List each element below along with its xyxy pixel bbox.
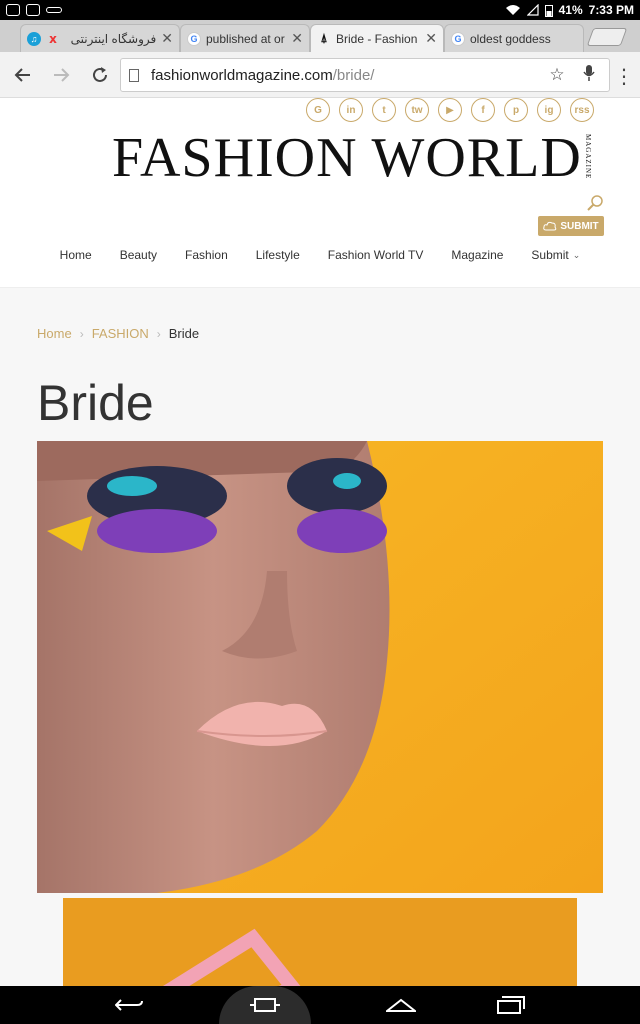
home-icon [386,998,416,1012]
system-recents-button[interactable] [491,991,531,1019]
wifi-icon [505,5,520,15]
browser-tab-strip: ♫ ⅹ فروشگاه اینترنتی ✕ G published at or… [0,20,640,52]
page-info-icon[interactable] [129,68,139,82]
search-icon[interactable] [586,194,604,212]
chevron-down-icon: ⌄ [572,249,581,260]
system-back-button[interactable] [109,991,149,1019]
back-arrow-icon [14,68,30,82]
main-content: Home › FASHION › Bride Bride [0,288,640,986]
main-navigation: Home Beauty Fashion Lifestyle Fashion Wo… [0,248,640,262]
vpn-key-icon [46,7,62,13]
address-bar[interactable]: fashionworldmagazine.com/bride/ ☆ [120,58,610,92]
instagram-icon[interactable]: ig [537,98,561,122]
social-links: G in t tw ▶ f p ig rss [306,98,594,122]
nav-magazine[interactable]: Magazine [451,248,503,262]
nav-submit-label: Submit [531,248,569,262]
tab-bride-active[interactable]: ⍋ Bride - Fashion W ✕ [310,24,444,52]
browser-toolbar: fashionworldmagazine.com/bride/ ☆ ⋮ [0,52,640,98]
rss-icon[interactable]: rss [570,98,594,122]
tab-title: Bride - Fashion W [336,31,420,46]
tumblr-icon[interactable]: t [372,98,396,122]
android-navigation-bar [0,986,640,1024]
nav-submit[interactable]: Submit ⌄ [531,248,580,262]
site-logo[interactable]: FASHION WORLD [112,128,582,188]
model-portrait-illustration [37,441,603,893]
reload-button[interactable] [80,55,120,95]
breadcrumb-current: Bride [168,326,200,341]
tab-store[interactable]: ♫ ⅹ فروشگاه اینترنتی ✕ [20,24,180,52]
breadcrumb: Home › FASHION › Bride [37,326,199,341]
site-header: G in t tw ▶ f p ig rss FASHION WORLD MAG… [0,98,640,288]
nav-beauty[interactable]: Beauty [120,248,157,262]
nav-home[interactable]: Home [60,248,92,262]
dk-favicon-icon: ⅹ [49,31,57,46]
new-tab-button[interactable] [586,28,628,46]
chevron-right-icon: › [79,326,84,341]
music-favicon-icon: ♫ [27,31,41,46]
nav-fashion[interactable]: Fashion [185,248,228,262]
google-favicon-icon: G [451,31,465,46]
voice-search-icon[interactable] [577,64,601,87]
image-notification-icon [26,4,40,16]
back-button[interactable] [2,55,42,95]
android-status-bar: 41% 7:33 PM [0,0,640,20]
forward-button[interactable] [42,55,82,95]
second-article-illustration [63,898,577,986]
tab-title: published at or o [206,31,287,46]
recents-screenshot-button[interactable] [219,986,311,1024]
battery-level: 41% [558,3,583,17]
nav-fashion-world-tv[interactable]: Fashion World TV [328,248,424,262]
tab-title: oldest goddess [470,31,551,46]
recents-icon [497,996,525,1014]
linkedin-icon[interactable]: in [339,98,363,122]
google-favicon-icon: G [187,31,201,46]
instagram-notification-icon [6,4,20,16]
bookmark-star-icon[interactable]: ☆ [545,65,569,85]
secondary-image[interactable] [63,898,577,986]
eiffel-favicon-icon: ⍋ [320,31,328,45]
tab-close-icon[interactable]: ✕ [161,30,173,47]
cloud-upload-icon [543,221,557,231]
twitter-icon[interactable]: tw [405,98,429,122]
submit-button[interactable]: SUBMIT [538,216,604,236]
pinterest-icon[interactable]: p [504,98,528,122]
battery-icon [544,4,553,17]
signal-icon [526,4,539,16]
reload-icon [93,67,107,82]
page-title: Bride [37,375,154,431]
logo-subtitle: MAGAZINE [584,134,592,180]
tab-oldest-goddess[interactable]: G oldest goddess [444,24,584,52]
google-plus-icon[interactable]: G [306,98,330,122]
facebook-icon[interactable]: f [471,98,495,122]
back-icon [115,999,143,1011]
tab-search-published[interactable]: G published at or o ✕ [180,24,310,52]
nav-lifestyle[interactable]: Lifestyle [256,248,300,262]
breadcrumb-fashion[interactable]: FASHION [92,326,149,341]
hero-image[interactable] [37,441,603,893]
youtube-icon[interactable]: ▶ [438,98,462,122]
breadcrumb-home[interactable]: Home [37,326,72,341]
submit-label: SUBMIT [560,220,599,232]
tab-close-icon[interactable]: ✕ [291,30,303,47]
forward-arrow-icon [54,68,70,82]
url-text: fashionworldmagazine.com/bride/ [151,66,375,84]
system-home-button[interactable] [381,991,421,1019]
overflow-menu-icon[interactable]: ⋮ [614,64,634,89]
tab-title: فروشگاه اینترنتی [70,31,157,46]
screenshot-icon [250,998,280,1012]
chevron-right-icon: › [156,326,161,341]
status-time: 7:33 PM [588,3,634,17]
tab-close-icon[interactable]: ✕ [425,30,437,47]
